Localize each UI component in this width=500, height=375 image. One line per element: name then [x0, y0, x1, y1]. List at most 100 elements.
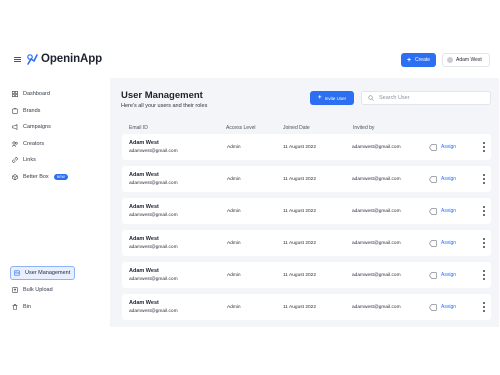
search-input[interactable] — [379, 95, 479, 101]
user-email-cell: adamwest@gmail.com — [129, 213, 178, 218]
sidebar-item-label: Bin — [23, 304, 31, 310]
access-level-cell: Admin — [227, 273, 241, 278]
table-row: Adam West adamwest@gmail.com Admin 11 Augus… — [122, 134, 491, 160]
joined-date-cell: 11 August 2022 — [283, 209, 316, 214]
joined-date-cell: 11 August 2022 — [283, 305, 316, 310]
sidebar-item-brands[interactable]: Brands — [12, 104, 40, 118]
plus-icon: + — [317, 93, 322, 101]
access-level-cell: Admin — [227, 145, 241, 150]
table-row: Adam West adamwest@gmail.com Admin 11 Augus… — [122, 166, 491, 192]
sidebar-item-links[interactable]: Links — [12, 153, 36, 167]
column-header-email: Email ID — [129, 125, 148, 131]
column-header-invited-by: Invited by — [353, 125, 375, 131]
search-box[interactable] — [361, 91, 491, 105]
create-button-label: Create — [415, 57, 431, 63]
user-name-cell: Adam West — [129, 300, 159, 306]
joined-date-cell: 11 August 2022 — [283, 273, 316, 278]
user-email-cell: adamwest@gmail.com — [129, 245, 178, 250]
invited-by-cell: adamwest@gmail.com — [352, 145, 401, 150]
sidebar-item-label: Campaigns — [23, 124, 51, 130]
user-email-cell: adamwest@gmail.com — [129, 309, 178, 314]
megaphone-icon — [12, 124, 18, 130]
plus-icon: + — [406, 56, 412, 64]
assign-button[interactable]: Assign — [429, 142, 456, 152]
user-email-cell: adamwest@gmail.com — [129, 277, 178, 282]
assign-button[interactable]: Assign — [429, 302, 456, 312]
column-header-joined-date: Joined Date — [283, 125, 310, 131]
column-header-access-level: Access Level — [226, 125, 256, 131]
page-title: User Management — [121, 90, 203, 101]
more-options-icon[interactable] — [482, 205, 486, 217]
assign-label: Assign — [441, 144, 457, 150]
assign-label: Assign — [441, 176, 457, 182]
more-options-icon[interactable] — [482, 237, 486, 249]
sidebar-item-user-management[interactable]: User Management — [10, 266, 75, 280]
logo-text: OpeninApp — [41, 53, 103, 65]
new-badge: NEW — [53, 174, 68, 180]
sidebar-item-creators[interactable]: Creators — [12, 137, 44, 151]
hamburger-menu-icon[interactable] — [14, 57, 21, 62]
user-email-cell: adamwest@gmail.com — [129, 149, 178, 154]
tag-icon — [429, 239, 437, 247]
sidebar-item-label: Brands — [23, 108, 41, 114]
invited-by-cell: adamwest@gmail.com — [352, 305, 401, 310]
table-row: Adam West adamwest@gmail.com Admin 11 Augus… — [122, 198, 491, 224]
assign-button[interactable]: Assign — [429, 174, 456, 184]
tag-icon — [429, 303, 437, 311]
invite-user-button[interactable]: + Invite User — [310, 91, 354, 105]
more-options-icon[interactable] — [482, 141, 486, 153]
sidebar-item-label: Creators — [23, 141, 45, 147]
create-button[interactable]: + Create — [401, 53, 436, 67]
access-level-cell: Admin — [227, 209, 241, 214]
access-level-cell: Admin — [227, 241, 241, 246]
sidebar-item-dashboard[interactable]: Dashboard — [12, 87, 50, 101]
bin-icon — [12, 304, 18, 310]
sidebar-item-label: Bulk Upload — [23, 287, 53, 293]
sidebar-item-bulk-upload[interactable]: Bulk Upload — [12, 283, 53, 297]
user-name-cell: Adam West — [129, 236, 159, 242]
joined-date-cell: 11 August 2022 — [283, 145, 316, 150]
invite-user-label: Invite User — [324, 95, 347, 101]
assign-label: Assign — [441, 208, 457, 214]
joined-date-cell: 11 August 2022 — [283, 177, 316, 182]
grid-icon — [12, 91, 18, 97]
sidebar-item-label: Links — [23, 157, 36, 163]
invited-by-cell: adamwest@gmail.com — [352, 209, 401, 214]
page-subtitle: Here's all your users and their roles — [121, 103, 208, 109]
sidebar-item-better-box[interactable]: Better Box NEW — [12, 170, 68, 184]
main-panel: User Management Here's all your users an… — [110, 78, 499, 327]
user-name: Adam West — [456, 57, 482, 63]
sidebar-item-label: Better Box — [23, 174, 49, 180]
assign-label: Assign — [441, 272, 457, 278]
sidebar: Dashboard Brands Campaigns Creators Link… — [0, 85, 110, 325]
user-name-cell: Adam West — [129, 172, 159, 178]
access-level-cell: Admin — [227, 305, 241, 310]
brands-icon — [12, 108, 18, 114]
top-bar: OpeninApp + Create Adam West — [0, 0, 500, 78]
assign-button[interactable]: Assign — [429, 238, 456, 248]
sidebar-item-campaigns[interactable]: Campaigns — [12, 120, 51, 134]
user-name-cell: Adam West — [129, 140, 159, 146]
tag-icon — [429, 143, 437, 151]
more-options-icon[interactable] — [482, 269, 486, 281]
tag-icon — [429, 207, 437, 215]
assign-label: Assign — [441, 304, 457, 310]
more-options-icon[interactable] — [482, 173, 486, 185]
assign-button[interactable]: Assign — [429, 206, 456, 216]
upload-icon — [12, 287, 18, 293]
avatar — [447, 57, 453, 63]
user-email-cell: adamwest@gmail.com — [129, 181, 178, 186]
box-icon — [12, 174, 18, 180]
link-icon — [12, 157, 18, 163]
table-row: Adam West adamwest@gmail.com Admin 11 Augus… — [122, 294, 491, 320]
more-options-icon[interactable] — [482, 301, 486, 313]
table-row: Adam West adamwest@gmail.com Admin 11 Augus… — [122, 262, 491, 288]
assign-button[interactable]: Assign — [429, 270, 456, 280]
user-profile-button[interactable]: Adam West — [442, 53, 490, 67]
user-name-cell: Adam West — [129, 204, 159, 210]
assign-label: Assign — [441, 240, 457, 246]
joined-date-cell: 11 August 2022 — [283, 241, 316, 246]
creators-icon — [12, 141, 18, 147]
sidebar-item-bin[interactable]: Bin — [12, 300, 31, 314]
user-management-icon — [14, 270, 20, 276]
